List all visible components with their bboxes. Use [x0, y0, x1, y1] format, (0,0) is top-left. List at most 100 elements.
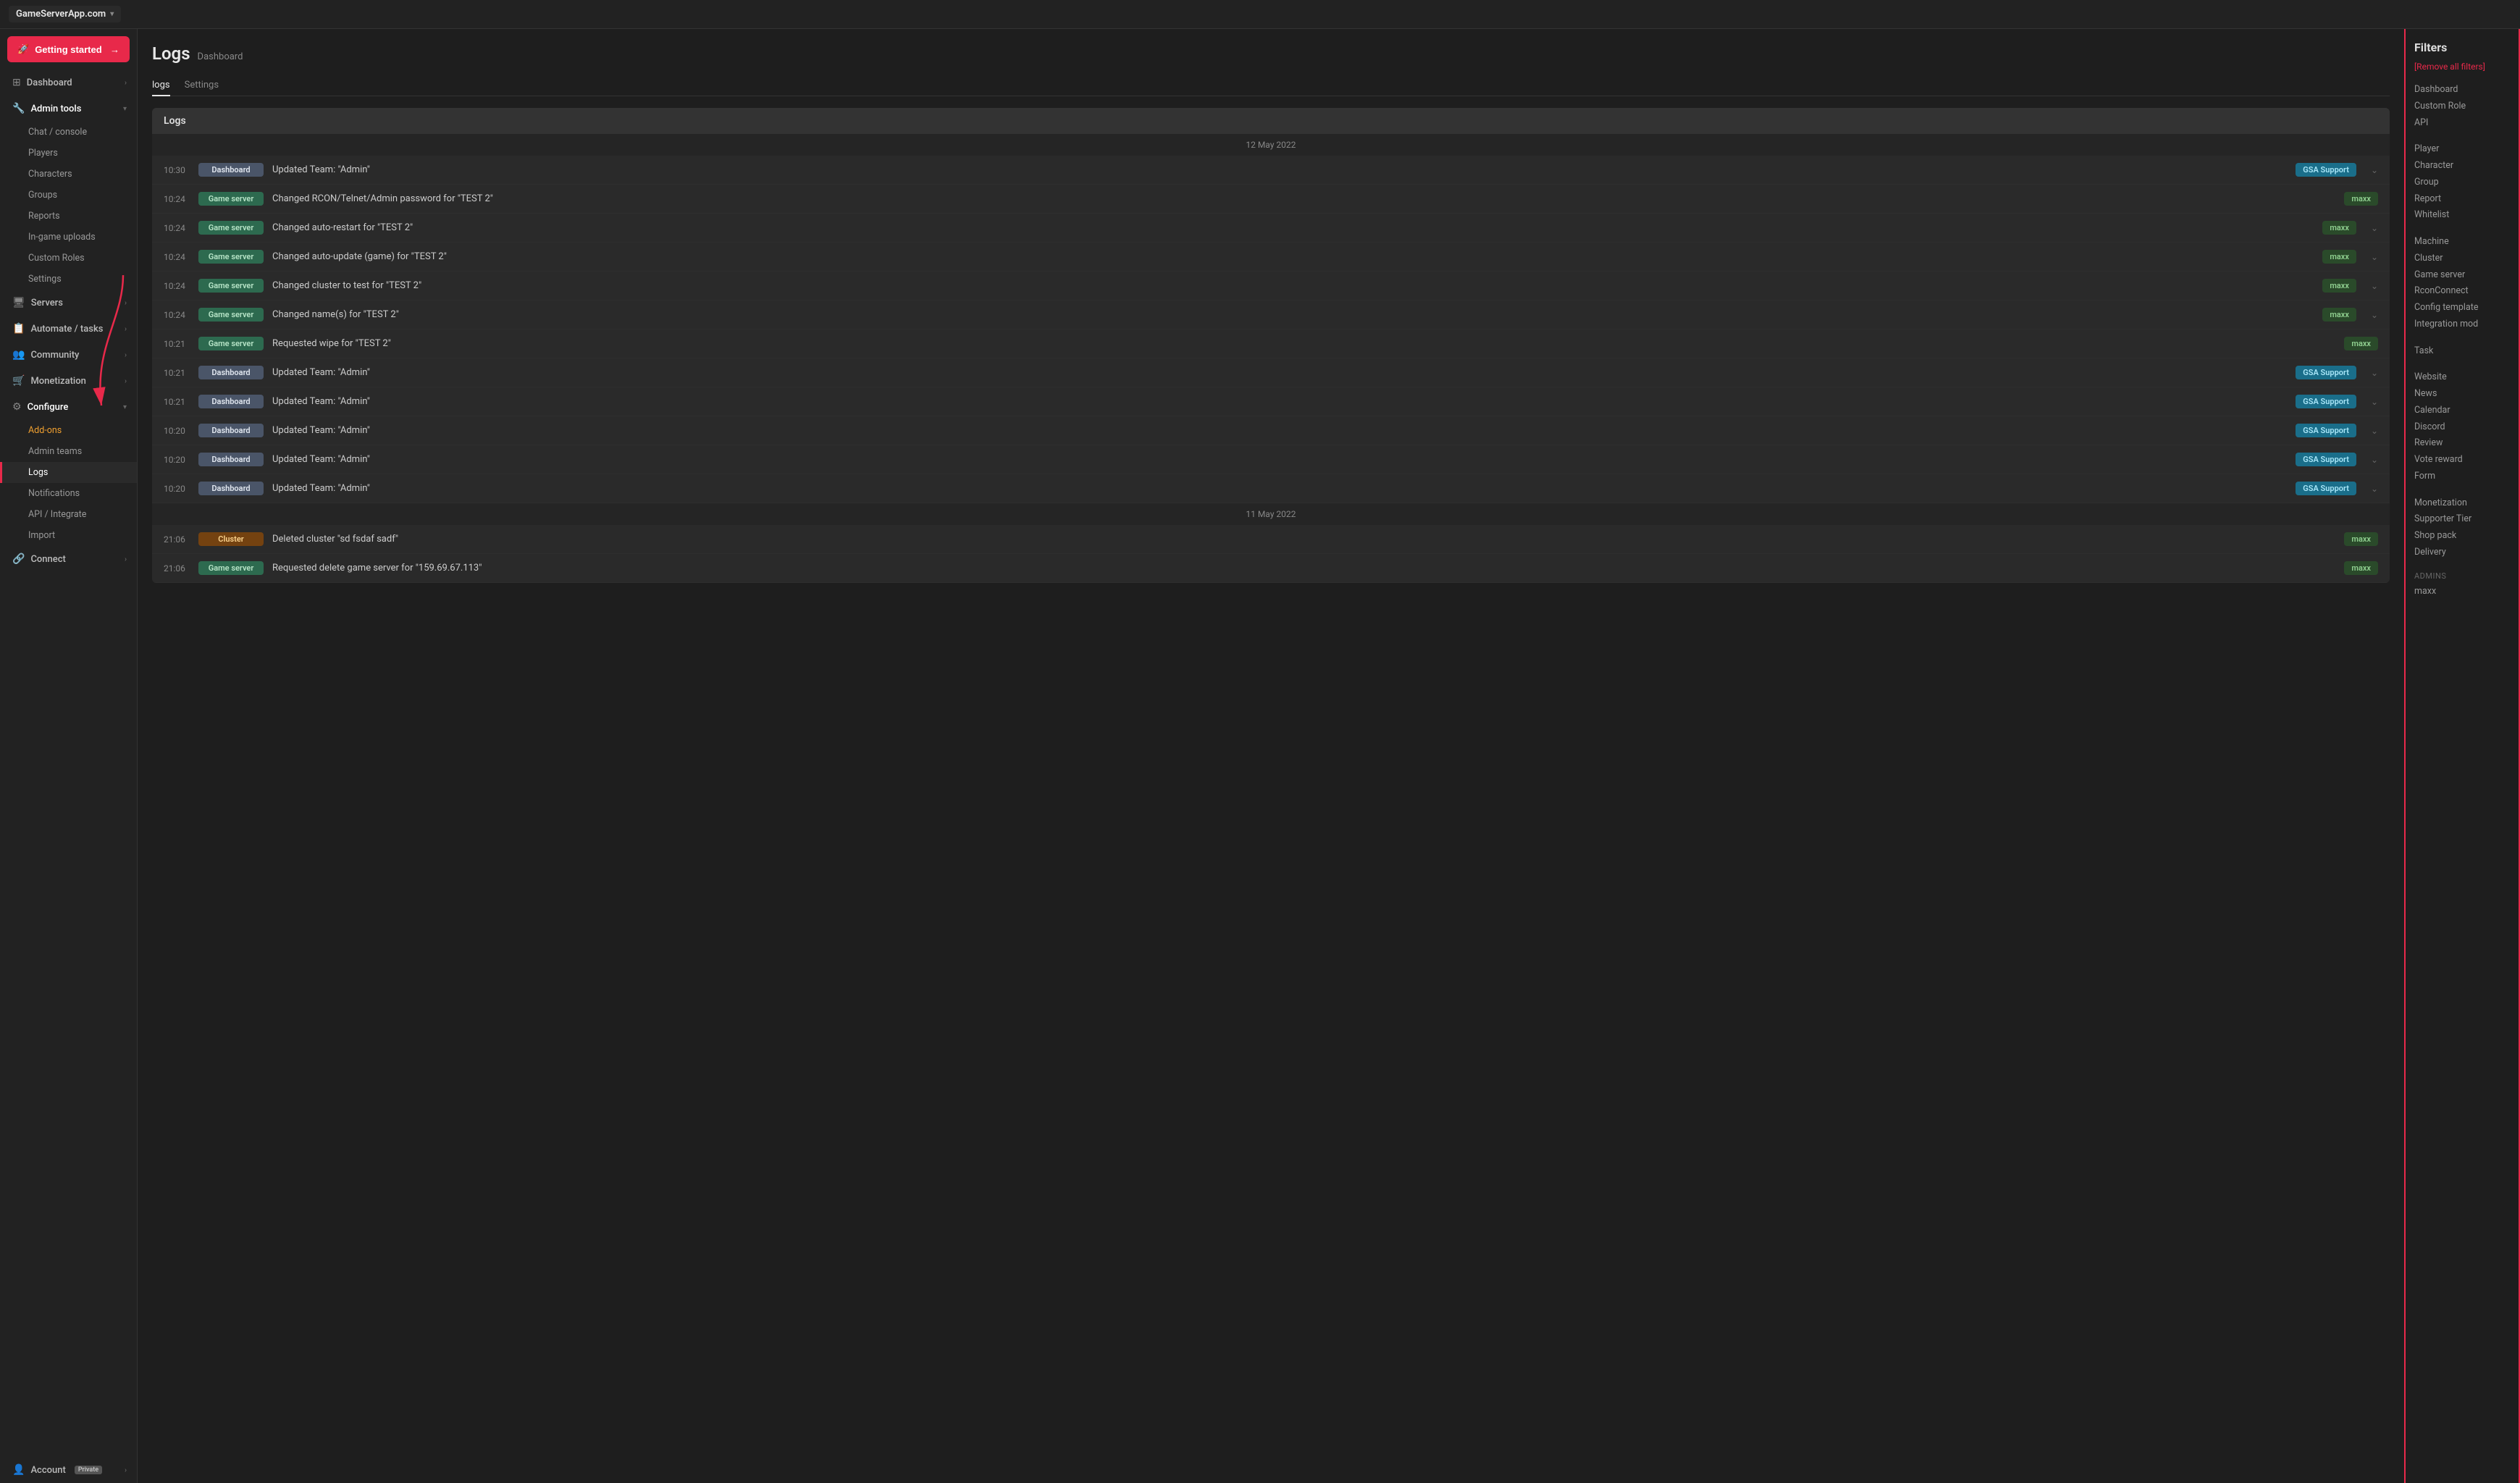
log-row[interactable]: 10:30 Dashboard Updated Team: "Admin" GS…: [152, 156, 2390, 185]
sidebar-sub-custom-roles[interactable]: Custom Roles: [0, 248, 137, 269]
sidebar-item-community[interactable]: 👥 Community ›: [0, 342, 137, 368]
log-expand-icon[interactable]: ⌄: [2371, 165, 2378, 175]
log-user-maxx: maxx: [2344, 561, 2378, 575]
filter-item-whitelist[interactable]: Whitelist: [2414, 207, 2510, 224]
log-expand-icon[interactable]: ⌄: [2371, 397, 2378, 407]
log-row[interactable]: 10:24 Game server Changed name(s) for "T…: [152, 301, 2390, 329]
log-row[interactable]: 10:20 Dashboard Updated Team: "Admin" GS…: [152, 474, 2390, 503]
log-expand-icon[interactable]: ⌄: [2371, 281, 2378, 291]
log-time: 10:24: [164, 252, 190, 262]
filter-item-discord[interactable]: Discord: [2414, 419, 2510, 436]
filter-item-website[interactable]: Website: [2414, 369, 2510, 386]
getting-started-arrow: →: [110, 44, 119, 55]
log-expand-icon[interactable]: ⌄: [2371, 426, 2378, 436]
sidebar-item-monetization[interactable]: 🛒 Monetization ›: [0, 368, 137, 394]
log-message: Requested wipe for "TEST 2": [272, 338, 2335, 349]
sidebar-item-admin-tools[interactable]: 🔧 Admin tools ▾: [0, 96, 137, 122]
log-expand-icon[interactable]: ⌄: [2371, 484, 2378, 494]
sidebar-sub-players[interactable]: Players: [0, 143, 137, 164]
log-user-maxx: maxx: [2322, 279, 2356, 293]
log-time: 10:20: [164, 484, 190, 494]
sidebar-sub-characters[interactable]: Characters: [0, 164, 137, 185]
log-row[interactable]: 10:20 Dashboard Updated Team: "Admin" GS…: [152, 416, 2390, 445]
filter-item-player[interactable]: Player: [2414, 141, 2510, 158]
filter-group-1: Dashboard Custom Role API: [2414, 82, 2510, 131]
getting-started-button[interactable]: 🚀 Getting started →: [7, 36, 130, 62]
filter-item-machine[interactable]: Machine: [2414, 234, 2510, 251]
log-user-maxx: maxx: [2322, 308, 2356, 322]
sidebar-sub-api[interactable]: API / Integrate: [0, 504, 137, 525]
log-row[interactable]: 10:21 Game server Requested wipe for "TE…: [152, 329, 2390, 358]
filter-item-delivery[interactable]: Delivery: [2414, 545, 2510, 561]
sidebar-account-label: Account: [30, 1465, 65, 1476]
log-row[interactable]: 21:06 Game server Requested delete game …: [152, 554, 2390, 583]
filter-item-supporter-tier[interactable]: Supporter Tier: [2414, 511, 2510, 528]
filter-item-task[interactable]: Task: [2414, 343, 2510, 360]
sidebar-item-automate-tasks[interactable]: 📋 Automate / tasks ›: [0, 316, 137, 342]
sidebar-item-configure[interactable]: ⚙ Configure ▾: [0, 394, 137, 420]
filter-item-config-template[interactable]: Config template: [2414, 300, 2510, 316]
log-row[interactable]: 10:24 Game server Changed RCON/Telnet/Ad…: [152, 185, 2390, 214]
log-expand-icon[interactable]: ⌄: [2371, 252, 2378, 262]
filter-item-game-server[interactable]: Game server: [2414, 267, 2510, 284]
page-header: Logs Dashboard: [152, 43, 2390, 64]
filter-item-custom-role[interactable]: Custom Role: [2414, 98, 2510, 115]
filter-item-cluster[interactable]: Cluster: [2414, 251, 2510, 267]
log-expand-icon[interactable]: ⌄: [2371, 310, 2378, 320]
filter-item-dashboard[interactable]: Dashboard: [2414, 82, 2510, 98]
filter-item-integration-mod[interactable]: Integration mod: [2414, 316, 2510, 333]
sidebar-sub-reports[interactable]: Reports: [0, 206, 137, 227]
log-row[interactable]: 10:24 Game server Changed cluster to tes…: [152, 272, 2390, 301]
sidebar-sub-chat-console[interactable]: Chat / console: [0, 122, 137, 143]
sidebar-sub-import[interactable]: Import: [0, 525, 137, 546]
sidebar-item-dashboard[interactable]: ⊞ Dashboard ›: [0, 70, 137, 96]
log-badge-dashboard: Dashboard: [198, 366, 264, 379]
tab-logs[interactable]: logs: [152, 75, 170, 96]
sidebar-sub-notifications[interactable]: Notifications: [0, 483, 137, 504]
app-title[interactable]: GameServerApp.com ▾: [9, 6, 121, 22]
log-expand-icon[interactable]: ⌄: [2371, 455, 2378, 465]
log-time: 10:21: [164, 368, 190, 378]
filter-item-api[interactable]: API: [2414, 115, 2510, 132]
filter-item-review[interactable]: Review: [2414, 435, 2510, 452]
filter-item-form[interactable]: Form: [2414, 469, 2510, 485]
sidebar-sub-logs[interactable]: Logs: [0, 462, 137, 483]
log-row[interactable]: 10:20 Dashboard Updated Team: "Admin" GS…: [152, 445, 2390, 474]
sidebar-sub-groups[interactable]: Groups: [0, 185, 137, 206]
remove-all-filters-link[interactable]: [Remove all filters]: [2414, 62, 2510, 72]
log-expand-icon[interactable]: ⌄: [2371, 368, 2378, 378]
sidebar-sub-addons[interactable]: Add-ons: [0, 420, 137, 441]
filter-item-calendar[interactable]: Calendar: [2414, 403, 2510, 419]
filter-item-report[interactable]: Report: [2414, 191, 2510, 208]
log-row[interactable]: 10:24 Game server Changed auto-restart f…: [152, 214, 2390, 243]
tab-settings[interactable]: Settings: [185, 75, 219, 96]
log-message: Updated Team: "Admin": [272, 454, 2287, 465]
sidebar-item-connect[interactable]: 🔗 Connect ›: [0, 546, 137, 572]
filter-item-monetization[interactable]: Monetization: [2414, 495, 2510, 512]
log-row[interactable]: 10:21 Dashboard Updated Team: "Admin" GS…: [152, 387, 2390, 416]
filter-item-group[interactable]: Group: [2414, 175, 2510, 191]
top-bar: GameServerApp.com ▾: [0, 0, 2520, 29]
log-row[interactable]: 10:21 Dashboard Updated Team: "Admin" GS…: [152, 358, 2390, 387]
filter-item-news[interactable]: News: [2414, 386, 2510, 403]
sidebar-item-account[interactable]: 👤 Account Private ›: [0, 1457, 137, 1483]
filter-item-rconconnect[interactable]: RconConnect: [2414, 283, 2510, 300]
sidebar-item-servers[interactable]: 🖥 Servers ›: [0, 290, 137, 316]
log-badge-gameserver: Game server: [198, 250, 264, 264]
log-row[interactable]: 10:24 Game server Changed auto-update (g…: [152, 243, 2390, 272]
community-chevron: ›: [125, 351, 127, 359]
filter-item-vote-reward[interactable]: Vote reward: [2414, 452, 2510, 469]
date-separator-1: 12 May 2022: [152, 134, 2390, 156]
log-expand-icon[interactable]: ⌄: [2371, 223, 2378, 233]
filter-item-shop-pack[interactable]: Shop pack: [2414, 528, 2510, 545]
log-time: 10:30: [164, 165, 190, 175]
log-row[interactable]: 21:06 Cluster Deleted cluster "sd fsdaf …: [152, 525, 2390, 554]
sidebar-connect-label: Connect: [30, 554, 65, 565]
filter-item-maxx[interactable]: maxx: [2414, 584, 2510, 600]
sidebar-sub-ingame-uploads[interactable]: In-game uploads: [0, 227, 137, 248]
sidebar-sub-settings[interactable]: Settings: [0, 269, 137, 290]
connect-chevron: ›: [125, 555, 127, 563]
log-user-maxx: maxx: [2344, 337, 2378, 350]
sidebar-sub-admin-teams[interactable]: Admin teams: [0, 441, 137, 462]
filter-item-character[interactable]: Character: [2414, 158, 2510, 175]
